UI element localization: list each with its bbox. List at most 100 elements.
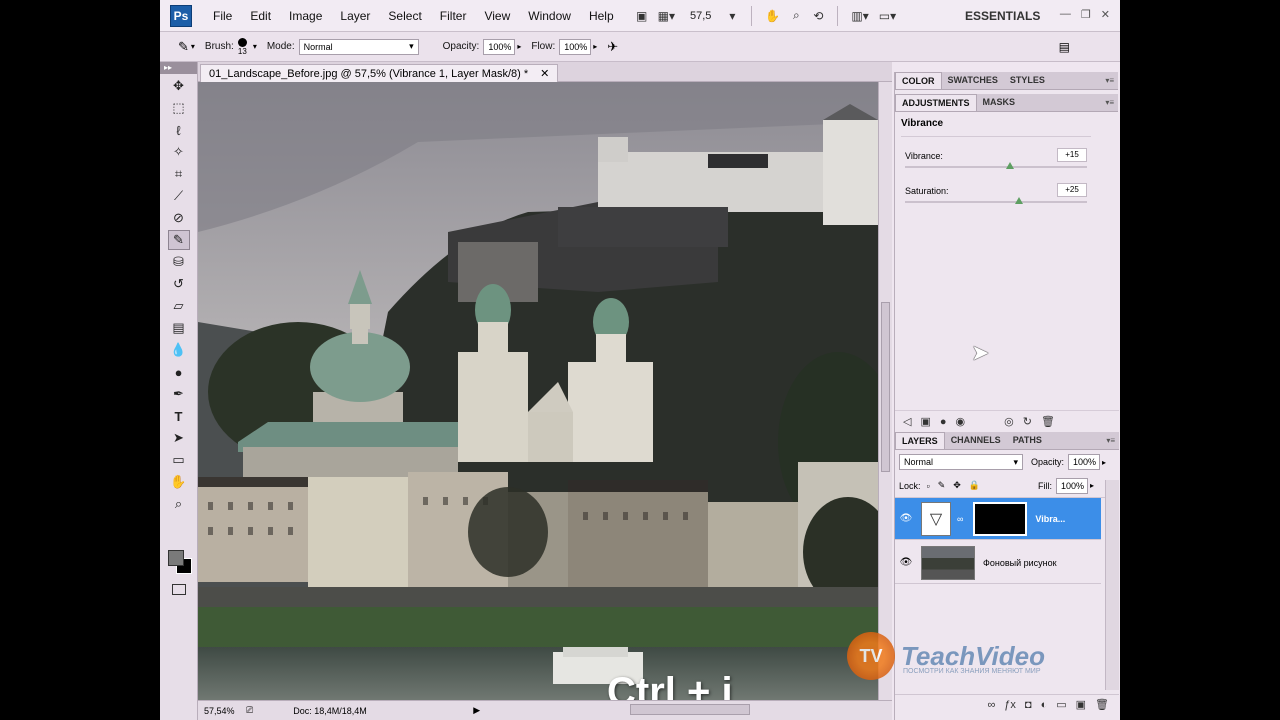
saturation-slider-knob[interactable] [1014, 197, 1023, 204]
zoom-icon[interactable]: ⌕ [787, 7, 805, 25]
tab-masks[interactable]: MASKS [977, 94, 1022, 111]
menu-view[interactable]: View [475, 0, 519, 32]
tab-swatches[interactable]: SWATCHES [942, 72, 1004, 89]
airbrush-icon[interactable]: ✈ [607, 39, 618, 55]
tab-color[interactable]: COLOR [895, 72, 942, 89]
chevron-right-icon[interactable]: ▸ [593, 42, 597, 51]
new-layer-icon[interactable]: ▣ [1076, 698, 1086, 711]
vibrance-slider-knob[interactable] [1005, 162, 1014, 169]
close-icon[interactable]: ✕ [1101, 8, 1110, 21]
move-tool-icon[interactable]: ✥ [168, 76, 190, 96]
tab-layers[interactable]: LAYERS [895, 432, 945, 449]
marquee-tool-icon[interactable]: ⬚ [168, 98, 190, 118]
screen-mode-icon[interactable]: ▭▾ [876, 7, 899, 25]
blur-tool-icon[interactable]: 💧 [168, 340, 190, 360]
view-previous-icon[interactable]: ◎ [1004, 415, 1014, 428]
new-group-icon[interactable]: ▭ [1056, 698, 1066, 711]
dodge-tool-icon[interactable]: ● [168, 362, 190, 382]
gradient-tool-icon[interactable]: ▤ [168, 318, 190, 338]
restore-icon[interactable]: ❐ [1081, 8, 1091, 21]
mode-select[interactable]: Normal ▾ [298, 38, 419, 55]
menu-filter[interactable]: Filter [431, 0, 476, 32]
lock-transparent-icon[interactable]: ▫ [927, 481, 930, 491]
add-mask-icon[interactable]: ◘ [1025, 699, 1032, 711]
hand-icon[interactable]: ✋ [762, 7, 783, 25]
panel-menu-icon[interactable]: ▾≡ [1105, 98, 1114, 107]
fill-input[interactable]: 100% [1056, 477, 1089, 494]
layer-row[interactable]: 👁 ▽ ∞ Vibra... [895, 498, 1101, 540]
menu-help[interactable]: Help [580, 0, 623, 32]
layer-mask-thumbnail[interactable] [973, 501, 1028, 536]
blend-mode-select[interactable]: Normal ▾ [899, 454, 1023, 470]
bridge-icon[interactable]: ▣ [633, 7, 651, 25]
healing-brush-tool-icon[interactable]: ⊘ [168, 208, 190, 228]
chevron-right-icon[interactable]: ▸ [1090, 481, 1094, 490]
zoom-tool-icon[interactable]: ⌕ [168, 494, 190, 514]
chevron-right-icon[interactable]: ▸ [517, 42, 521, 51]
tab-paths[interactable]: PATHS [1007, 432, 1048, 449]
eraser-tool-icon[interactable]: ▱ [168, 296, 190, 316]
canvas-vertical-scrollbar[interactable] [878, 82, 892, 700]
view-extras-icon[interactable]: ▦▾ [655, 7, 678, 25]
menu-select[interactable]: Select [379, 0, 430, 32]
lock-image-icon[interactable]: ✎ [938, 480, 946, 491]
horizontal-scrollbar-thumb[interactable] [630, 704, 750, 715]
history-brush-tool-icon[interactable]: ↺ [168, 274, 190, 294]
document-tab[interactable]: 01_Landscape_Before.jpg @ 57,5% (Vibranc… [200, 64, 559, 82]
document-canvas[interactable]: Ctrl + i [198, 82, 878, 700]
eye-icon[interactable]: 👁 [895, 513, 917, 524]
workspace-switcher[interactable]: ESSENTIALS [965, 0, 1040, 32]
rotate-view-icon[interactable]: ⟲ [809, 7, 827, 25]
menu-layer[interactable]: Layer [331, 0, 379, 32]
minimize-icon[interactable]: — [1060, 8, 1071, 21]
layer-style-icon[interactable]: ƒx [1004, 699, 1016, 711]
type-tool-icon[interactable]: T [168, 406, 190, 426]
tab-channels[interactable]: CHANNELS [945, 432, 1007, 449]
chevron-down-icon[interactable]: ▾ [191, 42, 195, 51]
play-icon[interactable]: ▶ [473, 705, 480, 716]
brush-tool-icon[interactable]: ✎ [178, 39, 189, 55]
panel-menu-icon[interactable]: ▾≡ [1105, 76, 1114, 85]
link-layers-icon[interactable]: ∞ [987, 699, 995, 711]
menu-window[interactable]: Window [519, 0, 580, 32]
chevron-down-icon[interactable]: ▾ [723, 7, 741, 25]
quick-selection-tool-icon[interactable]: ✧ [168, 142, 190, 162]
path-selection-tool-icon[interactable]: ➤ [168, 428, 190, 448]
lock-all-icon[interactable]: 🔒 [969, 480, 980, 491]
vibrance-input[interactable]: +15 [1057, 148, 1087, 162]
foreground-color-swatch[interactable] [168, 550, 184, 566]
opacity-input[interactable]: 100% [483, 38, 516, 55]
flow-input[interactable]: 100% [559, 38, 592, 55]
status-zoom[interactable]: 57,54% [198, 706, 246, 716]
status-info-icon[interactable]: ⎚ [246, 705, 253, 716]
trash-icon[interactable]: 🗑 [1095, 698, 1109, 711]
lock-position-icon[interactable]: ✥ [953, 480, 961, 491]
tools-panel-collapse-icon[interactable]: ▸▸ [160, 62, 197, 74]
layer-name[interactable]: Фоновый рисунок [983, 558, 1057, 568]
saturation-input[interactable]: +25 [1057, 183, 1087, 197]
pen-tool-icon[interactable]: ✒ [168, 384, 190, 404]
arrange-documents-icon[interactable]: ▥▾ [848, 7, 871, 25]
panel-toggle-icon[interactable]: ▤ [1059, 40, 1070, 54]
crop-tool-icon[interactable]: ⌗ [168, 164, 190, 184]
vibrance-slider[interactable] [905, 162, 1087, 169]
lasso-tool-icon[interactable]: ℓ [168, 120, 190, 140]
trash-icon[interactable]: 🗑 [1041, 415, 1055, 428]
reset-icon[interactable]: ↻ [1023, 415, 1032, 428]
saturation-slider[interactable] [905, 197, 1087, 204]
link-icon[interactable]: ∞ [957, 514, 963, 524]
chevron-down-icon[interactable]: ▾ [253, 42, 257, 51]
tab-adjustments[interactable]: ADJUSTMENTS [895, 94, 977, 111]
eyedropper-tool-icon[interactable]: ⟋ [168, 186, 190, 206]
eye-icon[interactable]: 👁 [895, 557, 917, 568]
close-icon[interactable]: ✕ [540, 67, 549, 80]
scrollbar-thumb[interactable] [881, 302, 890, 472]
expand-view-icon[interactable]: ▣ [920, 415, 930, 428]
panel-menu-icon[interactable]: ▾≡ [1106, 436, 1115, 445]
visibility-icon[interactable]: ◉ [956, 415, 966, 428]
hand-tool-icon[interactable]: ✋ [168, 472, 190, 492]
zoom-level[interactable]: 57,5 [682, 10, 719, 22]
quick-mask-icon[interactable] [172, 584, 186, 595]
layer-opacity-input[interactable]: 100% [1068, 454, 1101, 470]
tab-styles[interactable]: STYLES [1004, 72, 1051, 89]
